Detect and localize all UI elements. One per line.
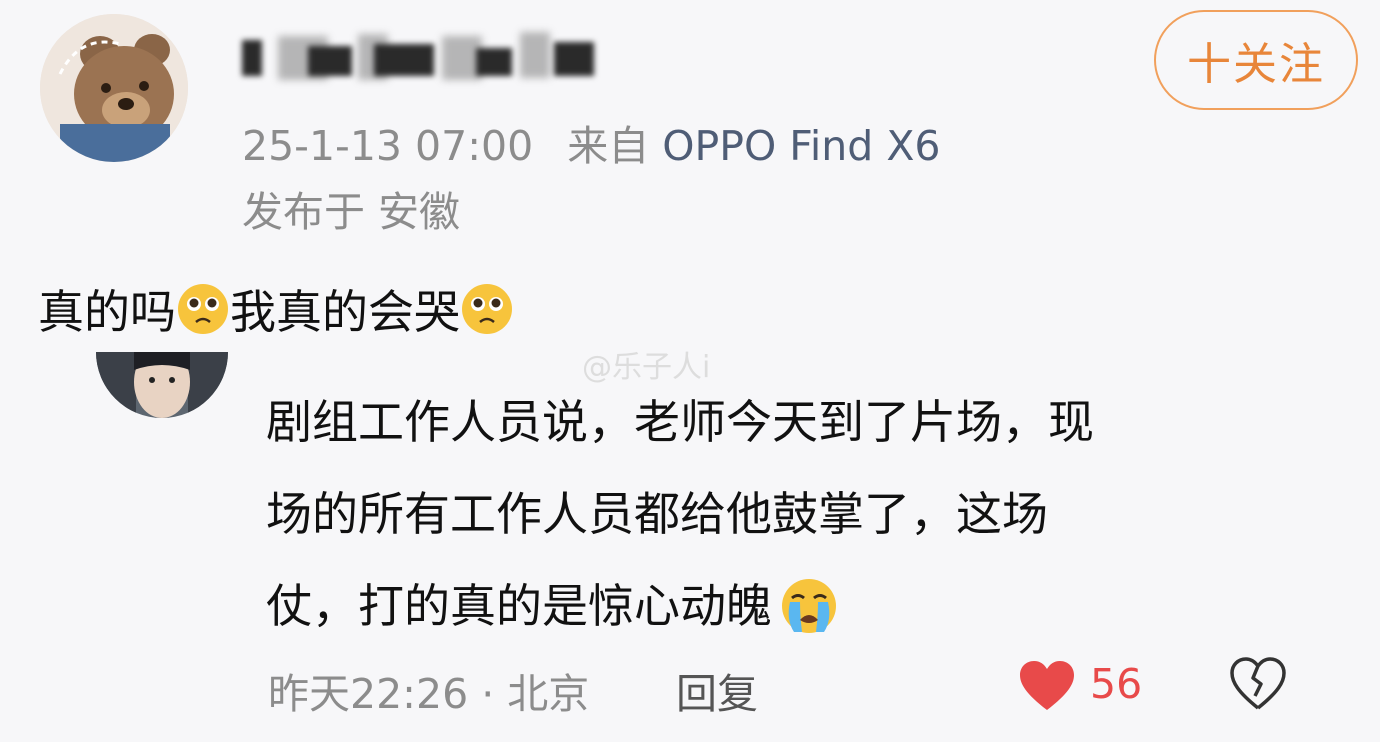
loudly-crying-face-icon <box>782 579 836 633</box>
reply-line-2: 场的所有工作人员都给他鼓掌了，这场 <box>266 487 1048 541</box>
post-timestamp: 25-1-13 07:00 <box>242 122 534 170</box>
reply-time-location: 昨天22:26 · 北京 <box>268 670 590 718</box>
follow-button-label: 十关注 <box>1187 39 1325 90</box>
post-text-part2: 我真的会哭 <box>230 285 460 339</box>
post-text-part1: 真的吗 <box>38 285 176 339</box>
reply-avatar[interactable] <box>96 352 228 418</box>
reply-line-3-wrap: 仗，打的真的是惊心动魄 <box>266 560 1286 652</box>
heart-filled-icon[interactable] <box>1018 660 1076 712</box>
reply-content: 剧组工作人员说，老师今天到了片场，现 场的所有工作人员都给他鼓掌了，这场 仗，打… <box>266 376 1286 652</box>
pleading-face-icon <box>462 284 512 334</box>
post-location: 发布于 安徽 <box>242 188 461 236</box>
post-source-prefix: 来自 <box>567 122 650 170</box>
post-content: 真的吗 我真的会哭 <box>38 276 514 342</box>
follow-button[interactable]: 十关注 <box>1154 10 1358 110</box>
like-count: 56 <box>1090 660 1143 708</box>
reply-line-1: 剧组工作人员说，老师今天到了片场，现 <box>266 395 1094 449</box>
post-device-link[interactable]: OPPO Find X6 <box>662 122 940 170</box>
pleading-face-icon <box>178 284 228 334</box>
author-avatar[interactable] <box>40 14 188 162</box>
reply-line-3: 仗，打的真的是惊心动魄 <box>266 579 772 633</box>
post-meta: 25-1-13 07:00 来自 OPPO Find X6 <box>242 112 941 172</box>
author-username-blurred[interactable] <box>238 22 598 86</box>
reply-button[interactable]: 回复 <box>676 660 758 720</box>
broken-heart-icon[interactable] <box>1228 656 1288 712</box>
